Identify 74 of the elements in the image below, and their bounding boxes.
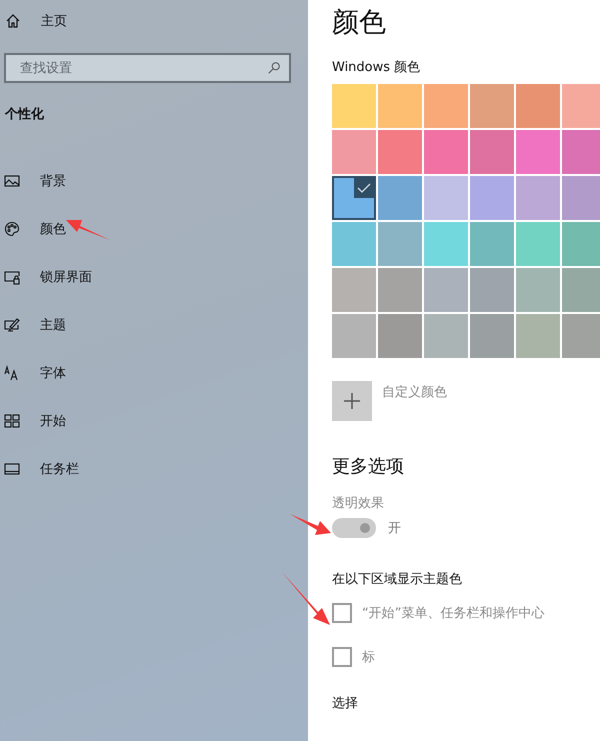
color-swatch[interactable] [516, 314, 560, 358]
color-swatch[interactable] [470, 268, 514, 312]
taskbar-icon [4, 461, 20, 477]
color-swatch[interactable] [516, 130, 560, 174]
setting-label: 透明效果 [332, 495, 385, 512]
nav-item[interactable]: 任务栏 [0, 445, 124, 493]
nav-item[interactable]: 字体 [0, 349, 124, 397]
color-swatch[interactable] [470, 176, 514, 220]
color-swatch[interactable] [424, 314, 468, 358]
color-swatch[interactable] [562, 268, 600, 312]
lock-screen-icon [4, 269, 20, 285]
color-swatch[interactable] [562, 222, 600, 266]
color-swatch[interactable] [562, 176, 600, 220]
palette-label: Windows 颜色 [332, 59, 422, 77]
color-swatch[interactable] [516, 176, 560, 220]
color-swatch[interactable] [424, 176, 468, 220]
picture-icon [4, 173, 20, 189]
color-swatch[interactable] [378, 314, 422, 358]
section-heading: 更多选项 [332, 455, 405, 478]
color-swatch[interactable] [562, 130, 600, 174]
nav-item[interactable]: 主题 [0, 301, 124, 349]
checkbox-label: “开始”菜单、任务栏和操作中心 [362, 605, 544, 622]
section-heading: 在以下区域显示主题色 [332, 571, 463, 588]
brush-icon [4, 317, 20, 333]
plus-icon [342, 391, 362, 411]
color-swatch[interactable] [516, 222, 560, 266]
color-swatch[interactable] [470, 222, 514, 266]
color-swatch[interactable] [332, 84, 376, 128]
color-swatch[interactable] [470, 314, 514, 358]
color-swatch[interactable] [332, 176, 376, 220]
color-swatch[interactable] [424, 130, 468, 174]
annotation-arrow [290, 514, 331, 535]
color-swatch[interactable] [332, 222, 376, 266]
checkbox[interactable] [332, 603, 352, 623]
color-swatch[interactable] [562, 84, 600, 128]
add-color-button[interactable] [332, 381, 372, 421]
color-swatch[interactable] [424, 222, 468, 266]
palette-icon [4, 221, 20, 237]
color-swatch[interactable] [378, 268, 422, 312]
color-swatch[interactable] [378, 84, 422, 128]
color-swatch[interactable] [470, 84, 514, 128]
annotation-arrow [282, 572, 330, 625]
toggle-switch[interactable] [332, 518, 376, 538]
toggle-state: 开 [388, 520, 401, 537]
search-icon [267, 61, 281, 75]
section-heading: 选择 [332, 695, 359, 712]
color-swatch[interactable] [378, 222, 422, 266]
color-swatch[interactable] [332, 130, 376, 174]
color-swatch[interactable] [332, 314, 376, 358]
home-icon [5, 13, 21, 29]
checkbox[interactable] [332, 647, 352, 667]
nav-item[interactable]: 开始 [0, 397, 124, 445]
color-swatch[interactable] [470, 130, 514, 174]
color-swatch[interactable] [332, 268, 376, 312]
color-swatch[interactable] [378, 176, 422, 220]
font-icon [4, 365, 20, 381]
color-swatch[interactable] [378, 130, 422, 174]
color-swatch[interactable] [516, 268, 560, 312]
nav-item[interactable]: 背景 [0, 157, 124, 205]
color-swatch[interactable] [424, 84, 468, 128]
nav-item[interactable]: 颜色 [0, 205, 124, 253]
search-field[interactable]: 查找设置 [4, 53, 291, 83]
annotation-arrow [66, 220, 110, 240]
color-swatch[interactable] [562, 314, 600, 358]
section-heading: 个性化 [4, 106, 45, 123]
color-swatch[interactable] [516, 84, 560, 128]
tiles-icon [4, 413, 20, 429]
custom-color-label: 自定义颜色 [382, 384, 447, 401]
check-icon [354, 178, 374, 198]
home-link[interactable]: 主页 [41, 12, 67, 30]
nav-item[interactable]: 锁屏界面 [0, 253, 124, 301]
checkbox-label: 标 [362, 649, 375, 666]
color-swatch[interactable] [424, 268, 468, 312]
page-title: 颜色 [332, 6, 387, 40]
